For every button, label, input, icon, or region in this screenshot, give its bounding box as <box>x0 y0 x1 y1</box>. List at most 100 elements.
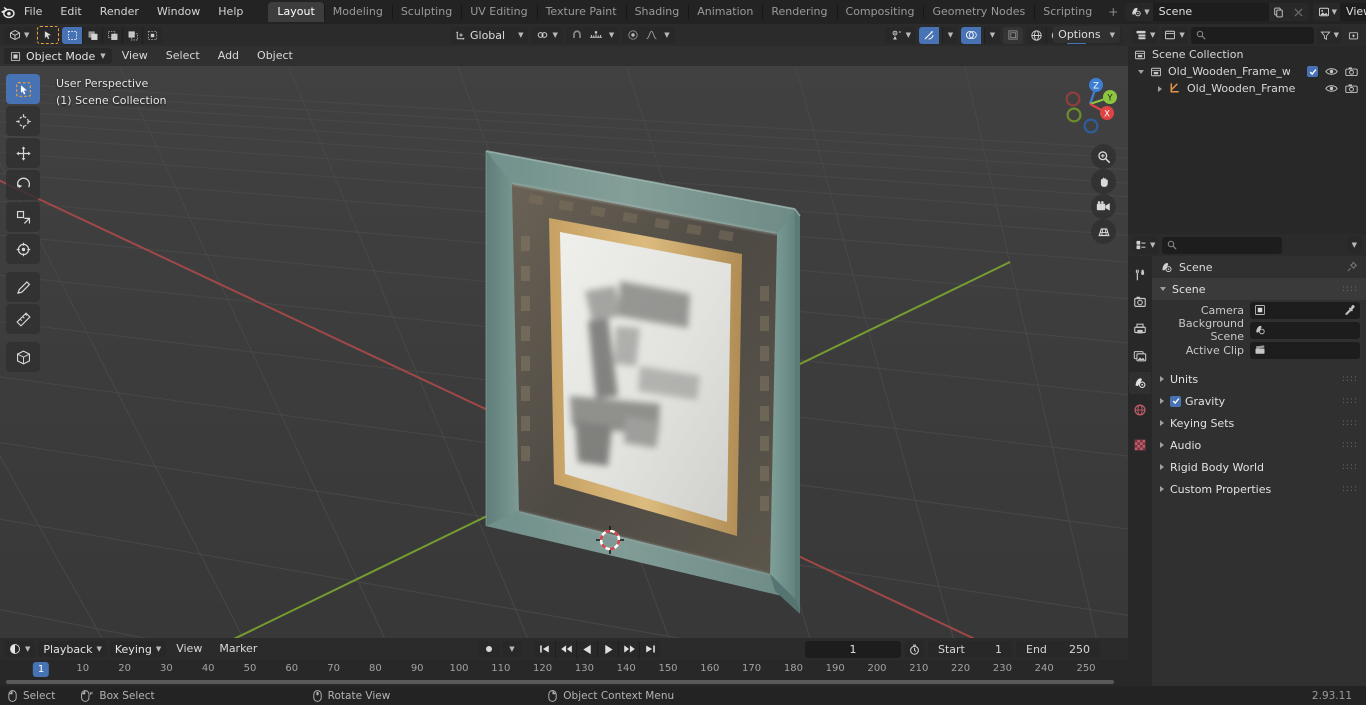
viewport-menu-add[interactable]: Add <box>210 48 247 64</box>
jump-to-end-button[interactable] <box>639 640 660 658</box>
pin-icon[interactable] <box>1346 261 1358 273</box>
units-panel-header[interactable]: Units :::: <box>1152 368 1366 390</box>
outliner-row-scene-collection[interactable]: Scene Collection <box>1128 46 1366 63</box>
toggle-orthographic-icon[interactable] <box>1091 219 1116 244</box>
proportional-editing-group[interactable]: ▼ <box>622 26 675 44</box>
cursor-tool[interactable] <box>6 106 40 136</box>
outliner-row-object[interactable]: Old_Wooden_Frame_witl <box>1128 80 1366 97</box>
disclosure-triangle-icon[interactable] <box>1160 464 1164 470</box>
zoom-icon[interactable] <box>1091 144 1116 169</box>
workspace-tab-animation[interactable]: Animation <box>688 2 762 22</box>
eye-visibility-icon[interactable] <box>1325 84 1338 93</box>
3d-viewport[interactable]: User Perspective (1) Scene Collection Z … <box>0 66 1128 638</box>
show-overlays-button[interactable] <box>961 26 981 44</box>
render-tab[interactable] <box>1129 291 1151 313</box>
timeline-scrollbar[interactable] <box>6 680 1114 684</box>
viewport-menu-select[interactable]: Select <box>158 48 208 64</box>
view-layer-tab[interactable] <box>1129 345 1151 367</box>
playback-menu[interactable]: Playback ▼ <box>38 641 107 657</box>
outliner-display-mode-selector[interactable]: ▼ <box>1161 26 1188 44</box>
properties-options-dropdown[interactable]: ▼ <box>1346 236 1362 254</box>
world-tab[interactable] <box>1129 399 1151 421</box>
outliner-row-collection[interactable]: Old_Wooden_Frame_with_Or <box>1128 63 1366 80</box>
navigation-gizmo[interactable]: Z Y X <box>1060 74 1120 134</box>
auto-keying-button[interactable] <box>478 640 500 658</box>
audio-panel-header[interactable]: Audio :::: <box>1152 434 1366 456</box>
rotate-tool[interactable] <box>6 170 40 200</box>
menu-file[interactable]: File <box>15 3 51 21</box>
select-subtract-button[interactable] <box>102 26 123 44</box>
pivot-point-selector[interactable]: ▼ <box>531 26 563 44</box>
tool-tab[interactable] <box>1129 264 1151 286</box>
jump-to-start-button[interactable] <box>534 640 555 658</box>
viewport-menu-view[interactable]: View <box>114 48 156 64</box>
camera-render-icon[interactable] <box>1345 66 1358 77</box>
menu-help[interactable]: Help <box>209 3 252 21</box>
disclosure-triangle-icon[interactable] <box>1160 287 1166 291</box>
disclosure-triangle-icon[interactable] <box>1158 85 1162 92</box>
camera-render-icon[interactable] <box>1345 83 1358 94</box>
wireframe-shading-button[interactable] <box>1026 26 1046 44</box>
show-gizmo-button[interactable] <box>919 26 939 44</box>
workspace-tab-texture-paint[interactable]: Texture Paint <box>536 2 626 22</box>
eye-visibility-icon[interactable] <box>1325 67 1338 76</box>
scene-tab[interactable] <box>1129 372 1151 394</box>
workspace-tab-rendering[interactable]: Rendering <box>762 2 836 22</box>
properties-editor-type-selector[interactable]: ▼ <box>1132 236 1159 254</box>
texture-tab[interactable] <box>1129 434 1151 456</box>
keying-menu[interactable]: Keying ▼ <box>109 641 167 657</box>
workspace-tab-uv-editing[interactable]: UV Editing <box>461 2 536 22</box>
timeline-playhead[interactable]: 1 <box>32 662 50 677</box>
gizmo-dropdown[interactable]: ▼ <box>942 26 958 44</box>
collection-enable-checkbox[interactable] <box>1307 66 1318 77</box>
transform-orientation-selector[interactable]: Global ▼ <box>450 26 529 44</box>
toggle-xray-button[interactable] <box>1003 26 1023 44</box>
timeline-ruler[interactable]: 10 20 30 40 50 60 70 80 90 100 110 120 130 140 150 160 1… <box>0 660 1128 680</box>
gravity-panel-header[interactable]: Gravity :::: <box>1152 390 1366 412</box>
viewport-options-button[interactable]: Options ▼ <box>1053 26 1120 43</box>
object-visibility-selector[interactable]: ▼ <box>884 26 916 44</box>
scale-tool[interactable] <box>6 202 40 232</box>
current-frame-field[interactable]: 1 <box>805 640 901 658</box>
overlay-dropdown[interactable]: ▼ <box>984 26 1000 44</box>
disclosure-triangle-icon[interactable] <box>1160 398 1164 404</box>
gravity-checkbox[interactable] <box>1170 395 1181 407</box>
annotate-tool[interactable] <box>6 272 40 302</box>
add-workspace-button[interactable]: + <box>1101 5 1125 19</box>
camera-field[interactable] <box>1250 301 1360 319</box>
disclosure-triangle-icon[interactable] <box>1160 420 1164 426</box>
background-scene-field[interactable] <box>1250 321 1360 339</box>
outliner-filter-button[interactable]: ▼ <box>1316 26 1342 44</box>
output-tab[interactable] <box>1129 318 1151 340</box>
scene-panel-header[interactable]: Scene :::: <box>1152 278 1366 300</box>
jump-to-prev-keyframe-button[interactable] <box>555 640 576 658</box>
falloff-curve-icon[interactable] <box>645 29 658 41</box>
transform-tool[interactable] <box>6 234 40 264</box>
play-button[interactable] <box>597 640 618 658</box>
use-preview-range-button[interactable] <box>905 640 924 658</box>
properties-search-input[interactable] <box>1162 236 1283 254</box>
disclosure-triangle-icon[interactable] <box>1160 486 1164 492</box>
snap-increment-icon[interactable] <box>589 29 603 41</box>
outliner-search-input[interactable] <box>1190 26 1314 44</box>
select-intersect-button[interactable] <box>142 26 163 44</box>
workspace-tab-shading[interactable]: Shading <box>625 2 689 22</box>
disclosure-triangle-icon[interactable] <box>1160 442 1164 448</box>
outliner-new-collection-button[interactable] <box>1345 27 1362 44</box>
blender-logo-icon[interactable] <box>0 0 15 24</box>
select-extend-button[interactable] <box>82 26 103 44</box>
workspace-tab-modeling[interactable]: Modeling <box>323 2 392 22</box>
editor-type-selector[interactable]: ▼ <box>4 26 35 44</box>
unlink-scene-button[interactable] <box>1288 3 1309 21</box>
menu-edit[interactable]: Edit <box>51 3 90 21</box>
jump-to-next-keyframe-button[interactable] <box>618 640 639 658</box>
end-frame-field[interactable]: End 250 <box>1016 640 1100 658</box>
workspace-tab-scripting[interactable]: Scripting <box>1034 2 1101 22</box>
snapping-group[interactable]: ▼ <box>565 26 620 44</box>
active-tool-indicator[interactable] <box>37 26 60 44</box>
disclosure-triangle-icon[interactable] <box>1160 376 1164 382</box>
interaction-mode-selector[interactable]: Object Mode ▼ <box>4 48 112 64</box>
start-frame-field[interactable]: Start 1 <box>928 640 1012 658</box>
active-clip-field[interactable] <box>1250 341 1360 359</box>
menu-window[interactable]: Window <box>148 3 209 21</box>
